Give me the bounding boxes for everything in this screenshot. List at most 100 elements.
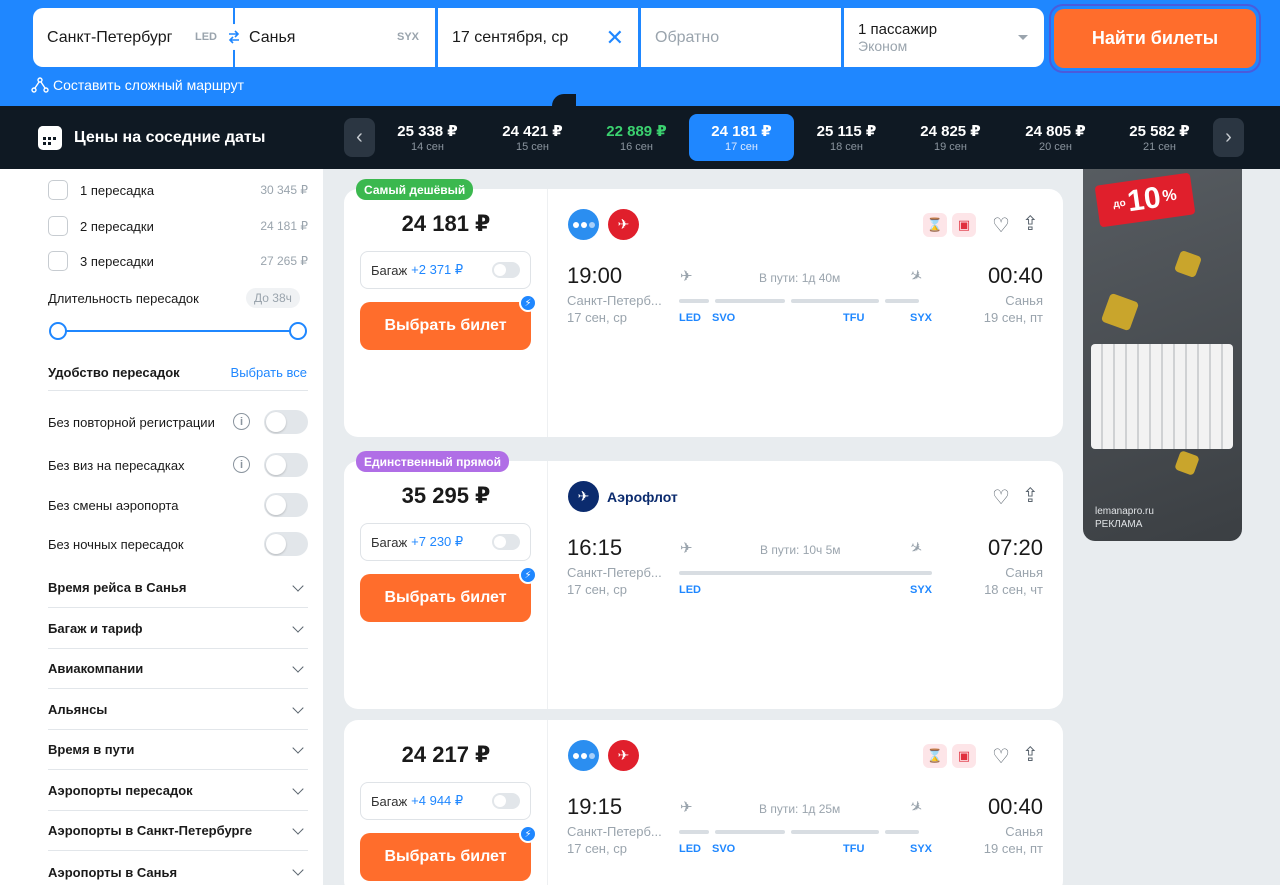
route-icon	[31, 77, 49, 93]
stops-filter-2[interactable]: 2 пересадки 24 181 ₽	[48, 216, 308, 236]
airport-code: TFU	[843, 843, 865, 855]
chevron-down-icon	[292, 579, 304, 592]
clear-date-icon[interactable]: ✕	[606, 25, 624, 51]
lightning-icon: ⚡	[519, 825, 537, 843]
departure-date: 17 сен, ср	[567, 582, 627, 597]
passengers-field[interactable]: 1 пассажир Эконом	[844, 8, 1044, 67]
heart-icon[interactable]: ♡	[992, 485, 1010, 510]
date-label: 21 сен	[1143, 141, 1176, 153]
toggle-switch[interactable]	[264, 493, 308, 517]
accordion-travel-time[interactable]: Время в пути	[48, 730, 308, 770]
departure-time: 16:15	[567, 535, 623, 560]
choose-ticket-button[interactable]: Выбрать билет	[360, 302, 531, 350]
origin-code: LED	[195, 31, 217, 43]
accordion-label: Альянсы	[48, 702, 108, 717]
nut-image	[1174, 450, 1200, 476]
only-direct-badge: Единственный прямой	[356, 451, 509, 472]
share-icon[interactable]: ⇪	[1022, 742, 1039, 767]
ticket-card[interactable]: 24 181 ₽ Багаж +2 371 ₽ Выбрать билет ⚡ …	[344, 189, 1063, 437]
date-cell-cheapest[interactable]: 22 889 ₽16 сен	[584, 114, 689, 161]
departure-date-field[interactable]: 17 сентября, ср ✕	[438, 8, 638, 67]
stops-filter-3[interactable]: 3 пересадки 27 265 ₽	[48, 251, 308, 271]
arrival-city: Санья	[1005, 824, 1043, 839]
chevron-down-icon	[292, 701, 304, 714]
departure-city: Санкт-Петерб...	[567, 565, 662, 580]
choose-ticket-button[interactable]: Выбрать билет	[360, 833, 531, 881]
accordion-origin-airports[interactable]: Аэропорты в Санкт-Петербурге	[48, 811, 308, 851]
filters-sidebar: 1 пересадка 30 345 ₽ 2 пересадки 24 181 ₽ …	[0, 169, 323, 885]
nearby-dates-title: Цены на соседние даты	[38, 126, 265, 150]
accordion-transfer-airports[interactable]: Аэропорты пересадок	[48, 771, 308, 811]
toggle-switch[interactable]	[264, 453, 308, 477]
accordion-baggage[interactable]: Багаж и тариф	[48, 609, 308, 649]
date-price: 25 582 ₽	[1129, 123, 1190, 140]
date-cell[interactable]: 25 115 ₽18 сен	[794, 114, 899, 161]
baggage-toggle[interactable]	[492, 534, 520, 550]
accordion-flight-time[interactable]: Время рейса в Санья	[48, 568, 308, 608]
duration-slider-track[interactable]	[57, 330, 298, 332]
heart-icon[interactable]: ♡	[992, 213, 1010, 238]
date-cell[interactable]: 24 825 ₽19 сен	[898, 114, 1003, 161]
ticket-price-panel: 24 181 ₽ Багаж +2 371 ₽ Выбрать билет ⚡	[344, 189, 548, 437]
baggage-option[interactable]: Багаж +4 944 ₽	[360, 782, 531, 820]
swap-route-button[interactable]	[221, 24, 247, 50]
ticket-card[interactable]: 24 217 ₽ Багаж +4 944 ₽ Выбрать билет ⚡ …	[344, 720, 1063, 885]
baggage-option[interactable]: Багаж +2 371 ₽	[360, 251, 531, 289]
search-button[interactable]: Найти билеты	[1054, 9, 1256, 68]
arrival-city: Санья	[1005, 293, 1043, 308]
ticket-card[interactable]: 35 295 ₽ Багаж +7 230 ₽ Выбрать билет ⚡ …	[344, 461, 1063, 709]
accordion-airlines[interactable]: Авиакомпании	[48, 649, 308, 689]
date-cell[interactable]: 24 421 ₽15 сен	[480, 114, 585, 161]
accordion-alliances[interactable]: Альянсы	[48, 690, 308, 730]
toggle-switch[interactable]	[264, 410, 308, 434]
accordion-destination-airports[interactable]: Аэропорты в Санья	[48, 852, 308, 885]
date-cell[interactable]: 25 582 ₽21 сен	[1107, 114, 1212, 161]
route-segments	[679, 299, 932, 303]
duration-slider-min-handle[interactable]	[49, 322, 67, 340]
baggage-toggle[interactable]	[492, 262, 520, 278]
share-icon[interactable]: ⇪	[1022, 483, 1039, 508]
info-icon[interactable]: i	[233, 456, 250, 473]
return-date-field[interactable]: Обратно	[641, 8, 841, 67]
airport-code: LED	[679, 312, 701, 324]
search-header: Санкт-Петербург LED Санья SYX 17 сентябр…	[0, 0, 1280, 108]
travel-duration: В пути: 1д 25м	[759, 802, 841, 816]
duration-slider-max-handle[interactable]	[289, 322, 307, 340]
stops-filter-1[interactable]: 1 пересадка 30 345 ₽	[48, 180, 308, 200]
ad-banner[interactable]: до 10 % lemanapro.ru РЕКЛАМА	[1083, 169, 1242, 541]
complex-route-link[interactable]: Составить сложный маршрут	[31, 77, 244, 93]
toggle-row: Без виз на пересадках i	[48, 453, 308, 477]
date-cell[interactable]: 24 805 ₽20 сен	[1003, 114, 1108, 161]
baggage-option[interactable]: Багаж +7 230 ₽	[360, 523, 531, 561]
checkbox[interactable]	[48, 216, 68, 236]
heart-icon[interactable]: ♡	[992, 744, 1010, 769]
baggage-label: Багаж	[371, 534, 408, 550]
toggle-row: Без повторной регистрации i	[48, 404, 308, 440]
baggage-toggle[interactable]	[492, 793, 520, 809]
info-icon[interactable]: i	[233, 413, 250, 430]
share-icon[interactable]: ⇪	[1022, 211, 1039, 236]
lightning-icon: ⚡	[519, 294, 537, 312]
baggage-label: Багаж	[371, 262, 408, 278]
date-cell[interactable]: 25 338 ₽14 сен	[375, 114, 480, 161]
date-price: 25 338 ₽	[397, 123, 458, 140]
destination-code: SYX	[396, 31, 419, 43]
toggle-row: Без смены аэропорта	[48, 493, 308, 517]
prev-dates-button[interactable]: ‹	[344, 118, 375, 157]
baggage-price: +4 944 ₽	[411, 793, 464, 808]
date-cell-selected[interactable]: 24 181 ₽17 сен	[689, 114, 794, 161]
choose-ticket-button[interactable]: Выбрать билет	[360, 574, 531, 622]
duration-label: Длительность пересадок	[48, 291, 199, 306]
toggle-switch[interactable]	[264, 532, 308, 556]
route-segments	[679, 830, 932, 834]
destination-field[interactable]: Санья SYX	[235, 8, 435, 67]
arrival-date: 19 сен, пт	[983, 841, 1043, 856]
next-dates-button[interactable]: ›	[1213, 118, 1244, 157]
origin-field[interactable]: Санкт-Петербург LED	[33, 8, 233, 67]
checkbox[interactable]	[48, 251, 68, 271]
accordion-label: Время в пути	[48, 742, 135, 757]
checkbox[interactable]	[48, 180, 68, 200]
chevron-down-icon	[292, 660, 304, 673]
date-label: 19 сен	[934, 141, 967, 153]
select-all-link[interactable]: Выбрать все	[231, 365, 307, 380]
